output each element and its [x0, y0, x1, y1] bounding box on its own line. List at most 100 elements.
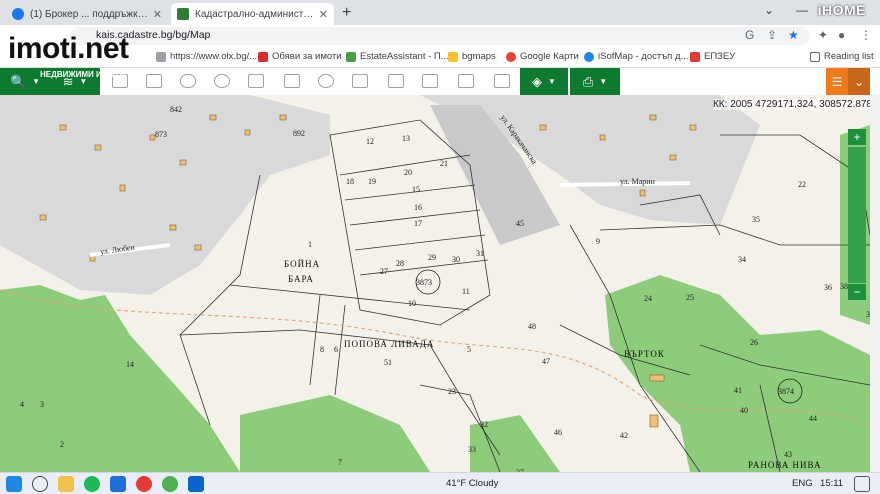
select-rect-icon[interactable] — [248, 74, 264, 88]
minimize-icon[interactable]: — — [796, 3, 808, 17]
bookmark-star-icon[interactable]: ★ — [788, 28, 799, 42]
file-explorer-icon[interactable] — [58, 476, 74, 492]
zoom-out-tool[interactable] — [146, 74, 162, 88]
parcel-number[interactable]: 48 — [528, 322, 536, 331]
parcel-number[interactable]: 11 — [462, 287, 470, 296]
parcel-number[interactable]: 873 — [155, 130, 167, 139]
parcel-number[interactable]: 46 — [554, 428, 562, 437]
parcel-number[interactable]: 5 — [467, 345, 471, 354]
extensions-icon[interactable]: ✦ — [818, 28, 828, 42]
parcel-number[interactable]: 32 — [480, 420, 488, 429]
vertical-scrollbar[interactable] — [870, 95, 880, 472]
parcel-number[interactable]: 13 — [402, 134, 410, 143]
parcel-number[interactable]: 31 — [476, 249, 484, 258]
zoom-out-button[interactable]: − — [848, 284, 866, 300]
app-icon[interactable] — [136, 476, 152, 492]
area-icon[interactable] — [422, 74, 438, 88]
parcel-number[interactable]: 16 — [414, 203, 422, 212]
parcel-number[interactable]: 7 — [338, 458, 342, 467]
info-icon[interactable] — [318, 74, 334, 88]
translate-icon[interactable]: G — [745, 28, 754, 42]
new-tab-button[interactable]: + — [342, 4, 351, 22]
parcel-number[interactable]: 34 — [738, 255, 746, 264]
parcel-number[interactable]: 24 — [644, 294, 652, 303]
parcel-number[interactable]: 40 — [740, 406, 748, 415]
bookmark-item[interactable]: Google Карти — [506, 51, 579, 62]
parcel-number[interactable]: 29 — [428, 253, 436, 262]
parcel-number[interactable]: 28 — [396, 259, 404, 268]
parcel-number[interactable]: 3 — [40, 400, 44, 409]
parcel-number[interactable]: 2 — [60, 440, 64, 449]
parcel-number[interactable]: 45 — [516, 219, 524, 228]
weather-status[interactable]: 41°F Cloudy — [446, 478, 498, 489]
parcel-number[interactable]: 36 — [824, 283, 832, 292]
parcel-number[interactable]: 44 — [809, 414, 817, 423]
parcel-number[interactable]: 17 — [414, 219, 422, 228]
clock[interactable]: 15:11 — [820, 478, 843, 489]
parcel-number[interactable]: 18 — [346, 177, 354, 186]
parcel-number[interactable]: 8 — [320, 345, 324, 354]
parcel-number[interactable]: 14 — [126, 360, 134, 369]
menu-button[interactable]: ☰ — [826, 68, 848, 95]
parcel-number[interactable]: 38 — [840, 282, 848, 291]
parcel-number[interactable]: 22 — [798, 180, 806, 189]
parcel-number[interactable]: 15 — [412, 185, 420, 194]
parcel-number[interactable]: 27 — [380, 267, 388, 276]
parcel-number[interactable]: 35 — [752, 215, 760, 224]
menu-icon[interactable]: ⋮ — [860, 28, 872, 42]
close-tab-icon[interactable]: ✕ — [153, 8, 162, 21]
parcel-number[interactable]: 19 — [368, 177, 376, 186]
tab-facebook[interactable]: (1) Брокер ... поддръжка | Търс ✕ — [6, 3, 168, 25]
parcel-number[interactable]: 4 — [20, 400, 24, 409]
chrome-icon[interactable] — [162, 476, 178, 492]
globe-tool-icon[interactable] — [214, 74, 230, 88]
parcel-number[interactable]: 41 — [734, 386, 742, 395]
parcel-number[interactable]: 51 — [384, 358, 392, 367]
parcel-number[interactable]: 43 — [784, 450, 792, 459]
parcel-number[interactable]: 20 — [404, 168, 412, 177]
parcel-number[interactable]: 12 — [366, 137, 374, 146]
tab-search-icon[interactable]: ⌄ — [764, 3, 774, 17]
parcel-number[interactable]: 23 — [448, 387, 456, 396]
outlook-icon[interactable] — [188, 476, 204, 492]
menu-toggle-button[interactable]: ⌄ — [848, 68, 870, 95]
search-icon[interactable] — [32, 476, 48, 492]
parcel-number[interactable]: 42 — [620, 431, 628, 440]
parcel-number[interactable]: 842 — [170, 105, 182, 114]
bookmark-item[interactable]: iSofMap - достъп д... — [584, 51, 688, 62]
select-arrow-icon[interactable] — [494, 74, 510, 88]
bookmark-item[interactable]: bgmaps — [448, 51, 496, 62]
profile-icon[interactable]: ● — [838, 28, 845, 42]
share-icon[interactable]: ⇪ — [767, 28, 777, 42]
spotify-icon[interactable] — [84, 476, 100, 492]
parcel-number[interactable]: 892 — [293, 129, 305, 138]
pan-hand-icon[interactable] — [180, 74, 196, 88]
reading-list[interactable]: Reading list — [810, 51, 874, 62]
parcel-number[interactable]: 9 — [596, 237, 600, 246]
parcel-number[interactable]: 33 — [468, 445, 476, 454]
parcel-number[interactable]: 10 — [408, 299, 416, 308]
ruler-icon[interactable] — [388, 74, 404, 88]
parcel-number[interactable]: 6 — [334, 345, 338, 354]
bookmark-item[interactable]: https://www.olx.bg/... — [156, 51, 257, 62]
notifications-icon[interactable] — [854, 476, 870, 492]
windows-start-icon[interactable] — [6, 476, 22, 492]
app-icon[interactable] — [110, 476, 126, 492]
parcel-number[interactable]: 30 — [452, 255, 460, 264]
bookmark-item[interactable]: ЕПЗЕУ — [690, 51, 735, 62]
bookmark-item[interactable]: Обяви за имоти — [258, 51, 342, 62]
measure-icon[interactable] — [352, 74, 368, 88]
parcel-number[interactable]: 25 — [686, 293, 694, 302]
layers2-button[interactable]: ◈ ▼ — [520, 68, 568, 95]
parcel-number[interactable]: 26 — [750, 338, 758, 347]
tab-cadastre[interactable]: Кадастрално-административна ✕ — [171, 3, 334, 25]
parcel-number[interactable]: 21 — [440, 159, 448, 168]
upload-icon[interactable] — [458, 74, 474, 88]
close-tab-icon[interactable]: ✕ — [319, 8, 328, 21]
zoom-in-button[interactable]: + — [848, 129, 866, 145]
select-rect2-icon[interactable] — [284, 74, 300, 88]
print-button[interactable]: ⎙ ▼ — [570, 68, 620, 95]
bookmark-item[interactable]: EstateAssistant - П... — [346, 51, 449, 62]
parcel-number[interactable]: 47 — [542, 357, 550, 366]
zoom-slider[interactable] — [848, 147, 866, 283]
